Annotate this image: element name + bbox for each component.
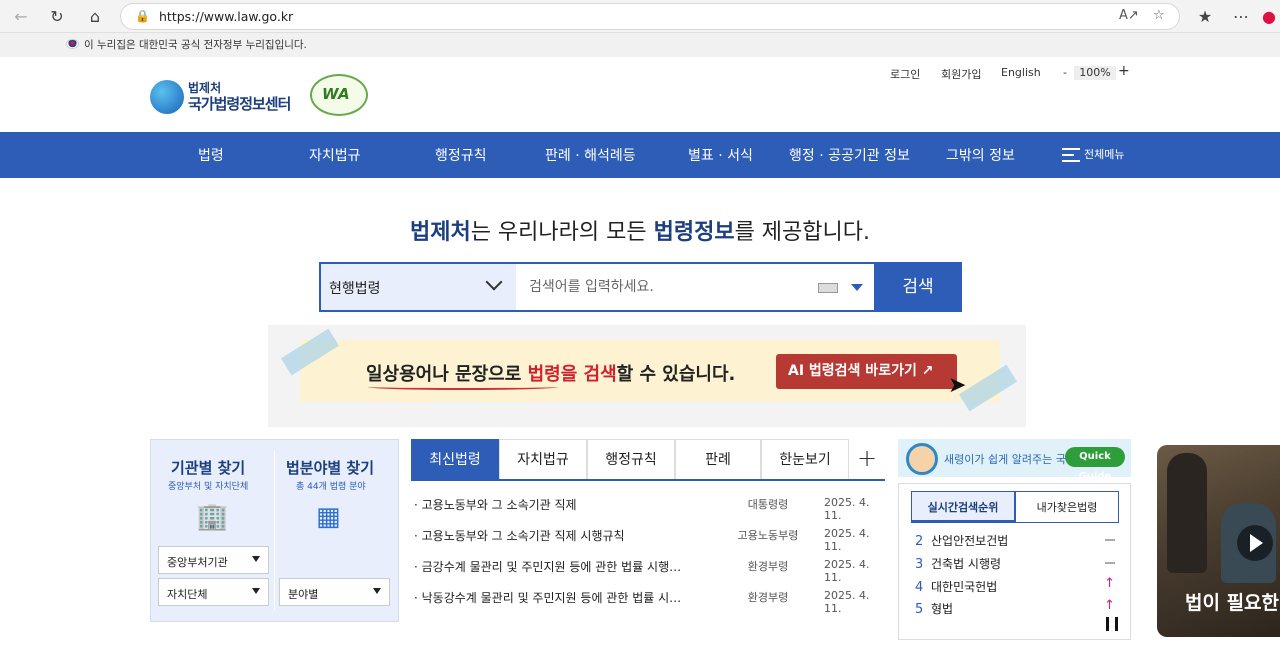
org-chart-icon: ▦ — [316, 502, 341, 532]
field-finder-sub: 총 44개 법령 분야 — [296, 482, 366, 492]
law-list-item[interactable]: · 금강수계 물관리 및 주민지원 등에 관한 법률 시행… 환경부령 2025. … — [414, 558, 884, 584]
law-finder-panel: 기관별 찾기 중앙부처 및 자치단체 법분야별 찾기 총 44개 법령 분야 🏢… — [150, 439, 399, 622]
ranking-item[interactable]: 3 건축법 시행령 — [915, 555, 1115, 572]
english-link[interactable]: English — [1001, 66, 1041, 79]
autocomplete-toggle-icon[interactable] — [851, 284, 863, 291]
search-button[interactable]: 검색 — [874, 264, 962, 310]
dropdown-arrow-icon — [373, 588, 381, 594]
dropdown-arrow-icon — [252, 588, 260, 594]
tab-local-laws[interactable]: 자치법규 — [499, 439, 587, 479]
gnb-item-local-laws[interactable]: 자치법규 — [309, 145, 361, 165]
virtual-keyboard-icon[interactable] — [818, 283, 838, 293]
gnb-item-precedents[interactable]: 판례 · 해석례등 — [545, 145, 636, 165]
more-plus-icon[interactable]: + — [857, 444, 877, 472]
all-menu-button[interactable]: 전체메뉴 — [1062, 146, 1124, 162]
join-link[interactable]: 회원가입 — [941, 66, 981, 82]
tab-latest-laws[interactable]: 최신법령 — [411, 439, 499, 479]
ai-banner-text: 일상용어나 문장으로 법령을 검색할 수 있습니다. — [366, 364, 736, 385]
play-icon[interactable] — [1237, 525, 1273, 561]
ranking-item[interactable]: 5 형법 ↑ — [915, 598, 1115, 617]
favorites-icon[interactable]: ★ — [1194, 6, 1216, 28]
law-tabs: 최신법령 자치법규 행정규칙 판례 한눈보기 + — [411, 439, 885, 481]
video-caption: 법이 필요한 — [1185, 592, 1280, 614]
underline-decoration — [368, 384, 558, 390]
rank-up-icon: ↑ — [1104, 576, 1115, 591]
pause-icon[interactable] — [1106, 617, 1118, 631]
gov-banner-text[interactable]: 이 누리집은 대한민국 공식 전자정부 누리집입니다. — [84, 37, 307, 52]
back-icon[interactable]: ← — [10, 6, 32, 28]
gnb-item-public-agencies[interactable]: 행정 · 공공기관 정보 — [789, 145, 910, 165]
quick-guide-badge: Quick Guide — [1065, 447, 1125, 482]
promo-video-card[interactable]: 법이 필요한 — [1157, 445, 1280, 637]
search-scope-select[interactable]: 현행법령 — [321, 264, 516, 310]
tab-admin-rules[interactable]: 행정규칙 — [587, 439, 675, 479]
local-gov-select[interactable]: 자치단체 — [158, 578, 269, 606]
zoom-in-button[interactable]: + — [1118, 63, 1130, 79]
org-finder-sub: 중앙부처 및 자치단체 — [168, 482, 249, 492]
no-change-icon — [1105, 539, 1115, 541]
favorite-star-icon[interactable]: ☆ — [1153, 8, 1165, 23]
menu-icon — [1062, 148, 1080, 162]
divider — [274, 450, 275, 610]
gnb-item-others[interactable]: 그밖의 정보 — [946, 145, 1015, 165]
hero-title: 법제처는 우리나라의 모든 법령정보를 제공합니다. — [409, 220, 871, 245]
cursor-pointer-icon: ➤ — [948, 373, 967, 398]
logo-main[interactable]: 국가법령정보센터 — [188, 93, 291, 114]
reload-icon[interactable]: ↻ — [46, 6, 68, 28]
web-accessibility-badge: WA — [310, 74, 368, 116]
url-text[interactable]: https://www.law.go.kr — [159, 9, 293, 24]
login-link[interactable]: 로그인 — [890, 66, 920, 82]
search-ranking-panel: 실시간검색순위 내가찾은법령 2 산업안전보건법 3 건축법 시행령 4 대한민국헌법… — [898, 483, 1131, 640]
logo-emblem-icon[interactable] — [150, 80, 184, 114]
tab-overview[interactable]: 한눈보기 — [761, 439, 849, 479]
field-finder-title[interactable]: 법분야별 찾기 — [286, 457, 374, 478]
building-icon: 🏢 — [196, 502, 229, 532]
more-menu-icon[interactable]: ⋯ — [1230, 6, 1252, 28]
read-aloud-icon[interactable]: A↗ — [1119, 8, 1139, 23]
ranking-item[interactable]: 4 대한민국헌법 ↑ — [915, 576, 1115, 595]
tab-live-ranking[interactable]: 실시간검색순위 — [911, 491, 1015, 523]
tab-precedents[interactable]: 판례 — [675, 439, 761, 479]
law-list-item[interactable]: · 고용노동부와 그 소속기관 직제 시행규칙 고용노동부령 2025. 4. 11… — [414, 527, 884, 553]
search-bar: 현행법령 검색 — [319, 262, 962, 312]
ranking-item[interactable]: 2 산업안전보건법 — [915, 532, 1115, 549]
law-list-item[interactable]: · 낙동강수계 물관리 및 주민지원 등에 관한 법률 시… 환경부령 2025. … — [414, 589, 884, 615]
ai-search-button[interactable]: AI 법령검색 바로가기 ↗ — [776, 354, 957, 389]
gnb-item-laws[interactable]: 법령 — [198, 145, 224, 165]
zoom-out-button[interactable]: - — [1063, 66, 1067, 79]
lock-icon: 🔒 — [135, 9, 150, 23]
browser-toolbar: ← ↻ ⌂ 🔒 https://www.law.go.kr A↗ ☆ ★ ⋯ ● — [0, 0, 1280, 33]
zoom-level: 100% — [1074, 66, 1116, 80]
korea-flag-icon — [66, 39, 79, 49]
copilot-icon[interactable]: ● — [1258, 6, 1280, 28]
character-face-icon — [906, 443, 938, 475]
gov-banner: 이 누리집은 대한민국 공식 전자정부 누리집입니다. — [0, 33, 1280, 57]
quick-guide-banner[interactable]: 새령이가 쉽게 알려주는 국법 Quick Guide — [898, 439, 1131, 482]
gnb-item-admin-rules[interactable]: 행정규칙 — [435, 145, 487, 165]
tab-my-laws[interactable]: 내가찾은법령 — [1015, 491, 1119, 523]
gnb-item-forms[interactable]: 별표 · 서식 — [688, 145, 753, 165]
dropdown-arrow-icon — [252, 556, 260, 562]
field-select[interactable]: 분야별 — [279, 578, 390, 606]
chevron-down-icon — [485, 273, 503, 291]
no-change-icon — [1105, 562, 1115, 564]
central-agency-select[interactable]: 중앙부처기관 — [158, 546, 269, 574]
address-bar[interactable]: 🔒 https://www.law.go.kr A↗ ☆ — [120, 3, 1180, 30]
person-silhouette — [1167, 453, 1207, 573]
law-list-item[interactable]: · 고용노동부와 그 소속기관 직제 대통령령 2025. 4. 11. — [414, 496, 884, 522]
home-icon[interactable]: ⌂ — [84, 6, 106, 28]
rank-up-icon: ↑ — [1104, 598, 1115, 613]
main-navigation: 법령 자치법규 행정규칙 판례 · 해석례등 별표 · 서식 행정 · 공공기관… — [0, 132, 1280, 178]
org-finder-title[interactable]: 기관별 찾기 — [171, 457, 245, 478]
